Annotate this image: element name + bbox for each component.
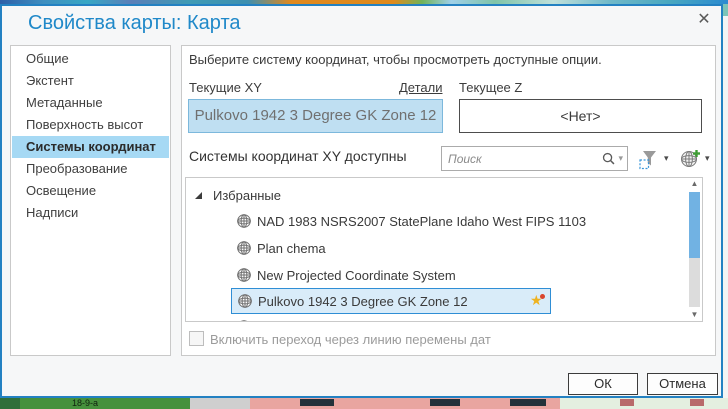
dateline-checkbox-label: Включить переход через линию перемены да… xyxy=(210,332,491,347)
dateline-checkbox[interactable] xyxy=(189,331,204,346)
current-z-value-box[interactable]: <Нет> xyxy=(459,99,702,133)
map-line-mark xyxy=(620,399,634,406)
tree-group-favorites[interactable]: Избранные xyxy=(194,182,281,208)
map-segment xyxy=(0,398,20,409)
sidebar-item-extent[interactable]: Экстент xyxy=(12,70,169,92)
sidebar-item-elevation[interactable]: Поверхность высот xyxy=(12,114,169,136)
tree-expanded-icon[interactable] xyxy=(194,191,203,200)
map-text-mark xyxy=(510,399,546,406)
intro-text: Выберите систему координат, чтобы просмо… xyxy=(189,52,602,67)
map-text-mark xyxy=(300,399,334,406)
tree-item-partial[interactable] xyxy=(236,314,252,321)
map-text-mark xyxy=(430,399,460,406)
sidebar-item-coordinate-systems[interactable]: Системы координат xyxy=(12,136,169,158)
tree-item[interactable]: NAD 1983 NSRS2007 StatePlane Idaho West … xyxy=(236,208,586,234)
current-z-label: Текущее Z xyxy=(459,80,523,95)
sidebar-item-general[interactable]: Общие xyxy=(12,48,169,70)
tree-group-label: Избранные xyxy=(213,187,281,203)
globe-add-icon xyxy=(679,148,701,170)
scrollbar-thumb[interactable] xyxy=(689,192,700,258)
current-xy-label: Текущие XY xyxy=(189,80,262,95)
tree-item-label: Pulkovo 1942 3 Degree GK Zone 12 xyxy=(258,293,468,309)
scroll-down-icon[interactable]: ▼ xyxy=(687,309,702,321)
globe-icon xyxy=(236,213,252,229)
sidebar-item-transformation[interactable]: Преобразование xyxy=(12,158,169,180)
globe-add-dropdown-icon: ▾ xyxy=(705,153,710,163)
map-parcel-label: 18-9-а xyxy=(72,398,99,408)
tree-item[interactable]: Plan chema xyxy=(236,235,326,261)
scroll-up-icon[interactable]: ▲ xyxy=(687,178,702,190)
globe-icon xyxy=(236,240,252,256)
favorite-pin-icon[interactable]: ★ xyxy=(530,292,545,309)
list-scrollbar[interactable]: ▲ ▼ xyxy=(687,178,702,321)
globe-icon xyxy=(237,293,253,309)
tree-item-selected[interactable]: Pulkovo 1942 3 Degree GK Zone 12 ★ xyxy=(231,288,551,314)
background-map-strip: 18-9-а xyxy=(0,398,728,409)
search-icon[interactable] xyxy=(601,151,616,166)
map-segment xyxy=(20,398,190,409)
search-input[interactable] xyxy=(442,151,602,166)
properties-sidebar: Общие Экстент Метаданные Поверхность выс… xyxy=(10,45,171,356)
filter-button[interactable]: ▾ xyxy=(638,146,673,171)
sidebar-item-illumination[interactable]: Освещение xyxy=(12,180,169,202)
sidebar-item-labels[interactable]: Надписи xyxy=(12,202,169,224)
search-dropdown-icon[interactable]: ▾ xyxy=(616,153,627,164)
tree-item-label: New Projected Coordinate System xyxy=(257,267,456,283)
background-right-strip xyxy=(723,4,728,398)
close-icon[interactable]: ✕ xyxy=(693,9,715,31)
add-coordinate-system-button[interactable]: ▾ xyxy=(679,146,714,171)
current-xy-value-box[interactable]: Pulkovo 1942 3 Degree GK Zone 12 xyxy=(188,99,443,133)
tree-item[interactable]: New Projected Coordinate System xyxy=(236,262,456,288)
filter-icon xyxy=(638,148,660,170)
coordinate-systems-list[interactable]: Избранные NAD 1983 NSRS2007 StatePlane I… xyxy=(185,177,703,322)
ok-button[interactable]: ОК xyxy=(568,373,638,395)
map-line-mark xyxy=(690,399,704,406)
cancel-button[interactable]: Отмена xyxy=(647,373,718,395)
available-systems-label: Системы координат XY доступны xyxy=(189,148,407,164)
globe-icon xyxy=(236,267,252,283)
details-link[interactable]: Детали xyxy=(399,80,443,95)
sidebar-item-metadata[interactable]: Метаданные xyxy=(12,92,169,114)
globe-icon xyxy=(236,319,252,321)
tree-item-label: NAD 1983 NSRS2007 StatePlane Idaho West … xyxy=(257,213,587,229)
tree-item-label: Plan chema xyxy=(257,240,326,256)
dialog-title: Свойства карты: Карта xyxy=(28,12,241,34)
filter-dropdown-icon: ▾ xyxy=(664,153,669,163)
map-segment xyxy=(190,398,250,409)
search-box: ▾ xyxy=(441,146,628,171)
